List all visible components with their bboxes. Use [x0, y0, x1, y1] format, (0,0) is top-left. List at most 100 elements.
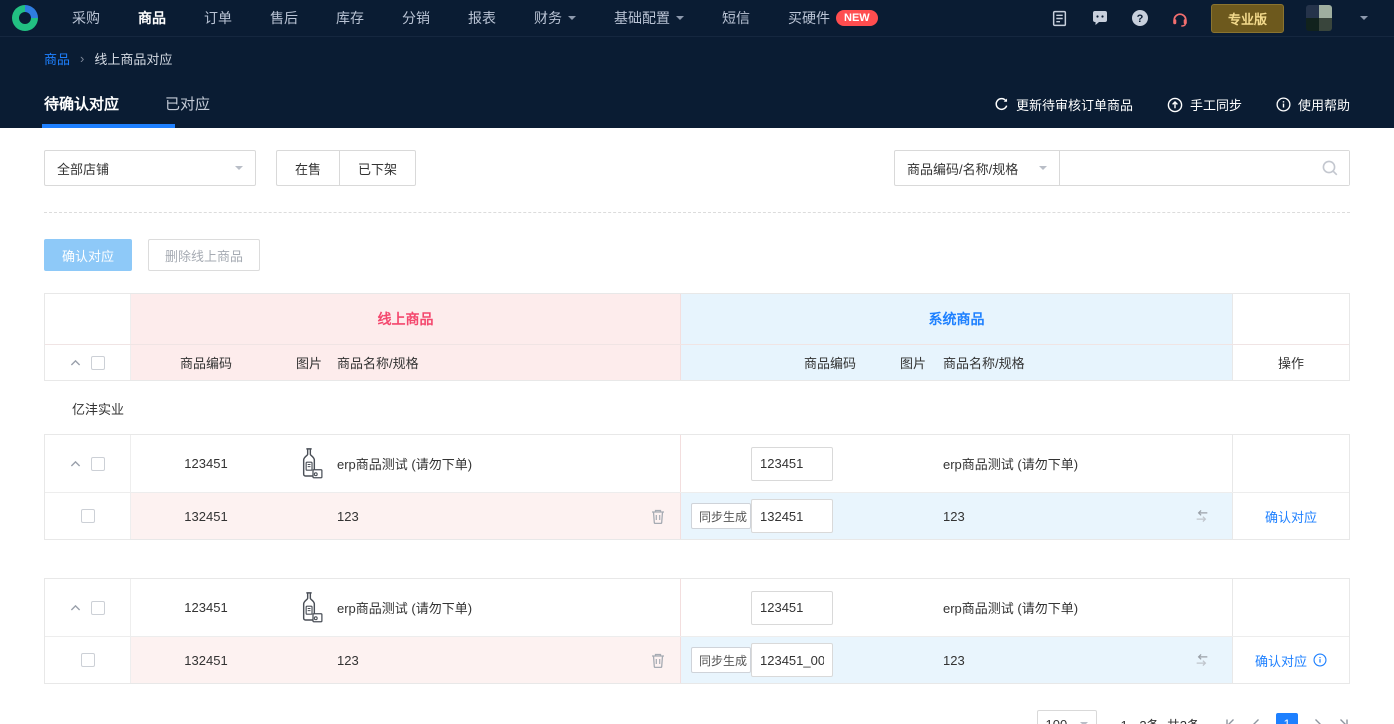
app-logo[interactable]	[12, 5, 38, 31]
avatar[interactable]	[1306, 5, 1332, 31]
online-product-name: erp商品测试 (请勿下单)	[337, 601, 473, 616]
system-sku-name: 123	[943, 652, 965, 668]
account-chevron-down-icon[interactable]	[1360, 16, 1368, 24]
filter-row: 全部店铺 在售 已下架 商品编码/名称/规格	[44, 150, 1350, 186]
nav-item-hardware[interactable]: 买硬件 NEW	[788, 8, 878, 28]
refresh-pending-action[interactable]: 更新待审核订单商品	[994, 95, 1133, 114]
nav-item-settings[interactable]: 基础配置	[614, 8, 684, 28]
breadcrumb-current: 线上商品对应	[94, 52, 173, 67]
nav-item-purchase[interactable]: 采购	[72, 8, 100, 28]
first-page-button[interactable]	[1224, 718, 1236, 724]
row-checkbox[interactable]	[80, 509, 95, 523]
system-code-input[interactable]	[751, 446, 833, 481]
next-page-button[interactable]	[1312, 718, 1324, 724]
system-product-name: erp商品测试 (请勿下单)	[943, 457, 1079, 472]
trash-icon[interactable]	[636, 652, 680, 669]
header-empty-cell	[45, 294, 131, 344]
page-actions: 更新待审核订单商品 手工同步 使用帮助	[994, 95, 1350, 126]
system-sku-code-input[interactable]	[751, 499, 833, 533]
system-sku-code-input[interactable]	[751, 643, 833, 677]
search-type-select[interactable]: 商品编码/名称/规格	[894, 150, 1060, 186]
system-section-header: 系统商品	[681, 294, 1233, 344]
dashed-divider	[44, 212, 1350, 213]
confirm-match-link[interactable]: 确认对应	[1265, 507, 1317, 526]
nav-item-finance[interactable]: 财务	[534, 8, 576, 28]
product-image	[281, 589, 337, 627]
confirm-match-button[interactable]: 确认对应	[44, 239, 133, 271]
confirm-match-link[interactable]: 确认对应	[1255, 651, 1307, 670]
manual-sync-action[interactable]: 手工同步	[1167, 95, 1242, 114]
search-input[interactable]	[1060, 151, 1349, 185]
collapse-row-icon[interactable]	[70, 604, 81, 612]
chat-icon[interactable]	[1091, 9, 1109, 27]
shop-group-label: 亿沣实业	[72, 402, 125, 417]
tabs-row: 待确认对应 已对应 更新待审核订单商品 手工同步 使用帮助	[41, 93, 1350, 128]
search-icon[interactable]	[1321, 159, 1339, 177]
form-icon[interactable]	[1051, 9, 1069, 27]
breadcrumb: 商品 › 线上商品对应	[44, 49, 1350, 68]
pro-version-button[interactable]: 专业版	[1210, 3, 1284, 33]
row-checkbox[interactable]	[91, 600, 105, 615]
online-product-name: erp商品测试 (请勿下单)	[337, 457, 473, 472]
col-system-image: 图片	[899, 356, 926, 371]
collapse-row-icon[interactable]	[70, 460, 81, 468]
breadcrumb-separator: ›	[80, 51, 85, 66]
headset-icon[interactable]	[1171, 9, 1189, 27]
nav-item-goods[interactable]: 商品	[138, 8, 166, 28]
sync-generate-button[interactable]: 同步生成	[691, 503, 751, 529]
on-sale-button[interactable]: 在售	[276, 150, 340, 186]
chevron-down-icon	[676, 16, 684, 24]
header-empty-cell	[1233, 294, 1349, 344]
current-page-button[interactable]: 1	[1276, 713, 1298, 724]
online-section-header: 线上商品	[131, 294, 681, 344]
svg-text:?: ?	[1137, 13, 1144, 25]
table-row-sku: 132451 123 同步生成 123 确认对应	[45, 492, 1349, 539]
nav-right-tools: ? 专业版	[1051, 3, 1368, 33]
online-sku-name: 123	[337, 652, 359, 668]
table-row-main: 123451 erp商品测试 (请勿下单) erp商品测试 (请勿下单)	[45, 579, 1349, 636]
usage-help-action[interactable]: 使用帮助	[1276, 95, 1350, 114]
table-row-main: 123451 erp商品测试 (请勿下单) erp商品测试 (请勿下单)	[45, 435, 1349, 492]
last-page-button[interactable]	[1338, 718, 1350, 724]
info-icon[interactable]	[1313, 653, 1327, 667]
shop-select[interactable]: 全部店铺	[44, 150, 256, 186]
chevron-down-icon	[1039, 166, 1047, 174]
pagination: 100 1 - 2条, 共2条 1	[44, 710, 1350, 724]
page-size-select[interactable]: 100	[1036, 710, 1097, 724]
sync-generate-button[interactable]: 同步生成	[691, 647, 751, 673]
prev-page-button[interactable]	[1250, 718, 1262, 724]
pagination-range: 1 - 2条, 共2条	[1121, 715, 1200, 724]
collapse-all-icon[interactable]	[70, 359, 81, 367]
select-all-checkbox[interactable]	[91, 355, 105, 370]
off-sale-button[interactable]: 已下架	[339, 150, 417, 186]
top-nav: 采购 商品 订单 售后 库存 分销 报表 财务 基础配置 短信 买硬件 NEW ?…	[0, 0, 1394, 37]
table-row-sku: 132451 123 同步生成 123 确认对应	[45, 636, 1349, 683]
row-checkbox[interactable]	[80, 653, 95, 667]
nav-item-distribution[interactable]: 分销	[402, 8, 430, 28]
breadcrumb-root[interactable]: 商品	[44, 49, 70, 68]
search-area: 商品编码/名称/规格	[894, 150, 1350, 186]
col-system-code: 商品编码	[803, 356, 856, 371]
tab-pending-match[interactable]: 待确认对应	[41, 93, 176, 128]
system-sku-name: 123	[943, 508, 965, 524]
nav-item-sms[interactable]: 短信	[722, 8, 750, 28]
tab-matched[interactable]: 已对应	[165, 93, 210, 128]
row-checkbox[interactable]	[91, 456, 105, 471]
system-code-input[interactable]	[751, 590, 833, 625]
swap-product-icon[interactable]	[1172, 508, 1232, 524]
system-product-name: erp商品测试 (请勿下单)	[943, 601, 1079, 616]
col-online-code: 商品编码	[179, 356, 232, 371]
product-group: 123451 erp商品测试 (请勿下单) erp商品测试 (请勿下单) 132…	[44, 578, 1350, 684]
swap-product-icon[interactable]	[1172, 652, 1232, 668]
nav-item-orders[interactable]: 订单	[204, 8, 232, 28]
refresh-icon	[994, 97, 1009, 112]
nav-item-reports[interactable]: 报表	[468, 8, 496, 28]
nav-item-aftersale[interactable]: 售后	[270, 8, 298, 28]
product-group: 123451 erp商品测试 (请勿下单) erp商品测试 (请勿下单) 132…	[44, 434, 1350, 540]
nav-item-inventory[interactable]: 库存	[336, 8, 364, 28]
help-icon[interactable]: ?	[1131, 9, 1149, 27]
table-header: 线上商品 系统商品 商品编码 图片 商品名称/规格 商品编码 图片 商品名称/规…	[44, 293, 1350, 381]
trash-icon[interactable]	[636, 508, 680, 525]
page-subheader: 商品 › 线上商品对应 待确认对应 已对应 更新待审核订单商品 手工同步 使用帮…	[0, 37, 1394, 128]
delete-online-product-button[interactable]: 删除线上商品	[148, 239, 261, 271]
